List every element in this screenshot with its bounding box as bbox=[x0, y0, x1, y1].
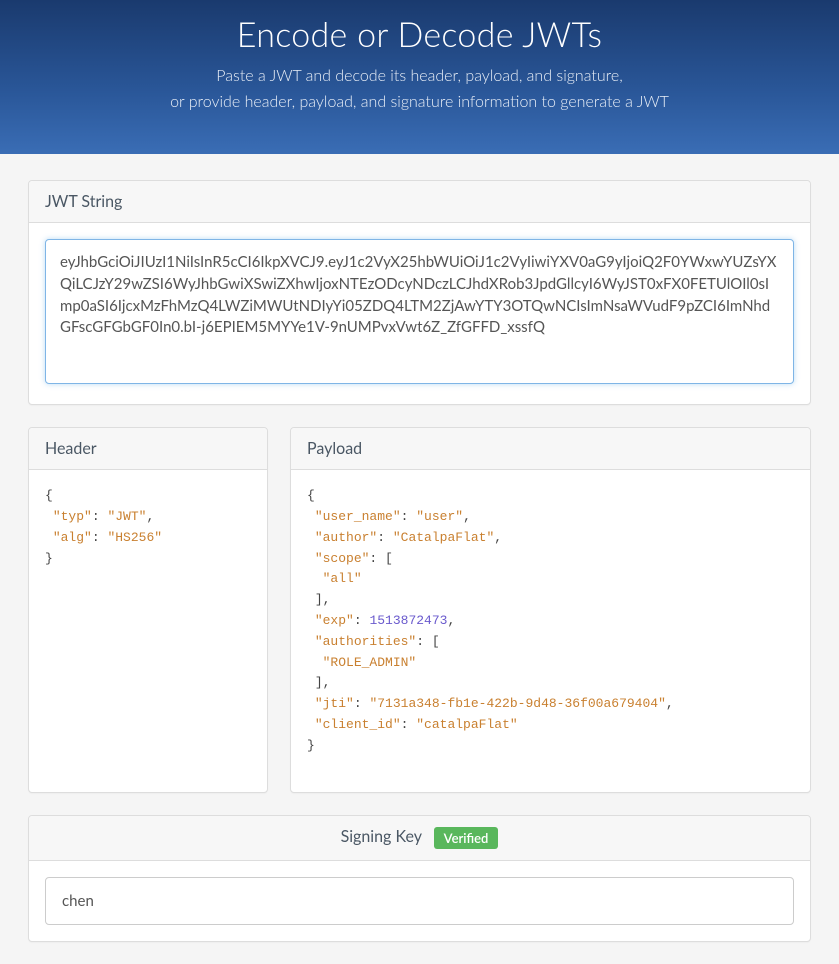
jwt-string-panel: JWT String bbox=[28, 180, 811, 405]
jwt-string-input[interactable] bbox=[45, 239, 794, 384]
signing-key-panel: Signing Key Verified bbox=[28, 815, 811, 942]
payload-panel: Payload { "user_name": "user", "author":… bbox=[290, 427, 811, 793]
verified-badge: Verified bbox=[434, 827, 499, 849]
page-title: Encode or Decode JWTs bbox=[20, 14, 819, 55]
signing-key-input[interactable] bbox=[45, 877, 794, 925]
header-panel: Header { "typ": "JWT", "alg": "HS256" } bbox=[28, 427, 268, 793]
payload-json: { "user_name": "user", "author": "Catalp… bbox=[307, 486, 794, 776]
signing-key-label: Signing Key bbox=[341, 827, 422, 846]
payload-label: Payload bbox=[291, 428, 810, 470]
jwt-string-label: JWT String bbox=[29, 181, 810, 223]
header-json: { "typ": "JWT", "alg": "HS256" } bbox=[45, 486, 251, 776]
signing-key-heading: Signing Key Verified bbox=[29, 816, 810, 861]
page-subtitle-2: or provide header, payload, and signatur… bbox=[20, 89, 819, 115]
hero-banner: Encode or Decode JWTs Paste a JWT and de… bbox=[0, 0, 839, 154]
header-label: Header bbox=[29, 428, 267, 470]
page-subtitle-1: Paste a JWT and decode its header, paylo… bbox=[20, 63, 819, 89]
